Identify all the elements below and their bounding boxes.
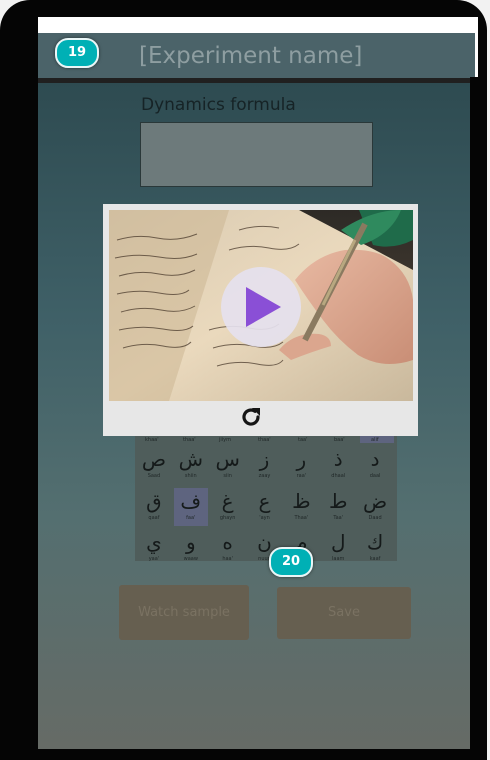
key-yaa[interactable]: ي yaa' <box>137 529 171 567</box>
key-label: thaa' <box>258 437 271 443</box>
video-player[interactable] <box>109 210 413 401</box>
device-frame: [Experiment name] Dynamics formula khaa'… <box>0 0 490 760</box>
key-ghayn[interactable]: غ ghayn <box>211 488 245 526</box>
key-laam[interactable]: ل laam <box>321 529 355 567</box>
key-thaa-emphatic[interactable]: ظ Thaa' <box>284 488 318 526</box>
key-daad[interactable]: ض Daad <box>358 488 392 526</box>
keyboard-row-3: يyaa' وwaaw هhaa' نnuun مmiim لlaam كkaa… <box>137 529 395 569</box>
arabic-keyboard: khaa' thaa' jiiym thaa' taa' baa' alif ص… <box>135 433 397 562</box>
key-taa-emphatic[interactable]: ط Taa' <box>321 488 355 526</box>
key-faa[interactable]: ف faa' <box>173 488 208 526</box>
watch-sample-button[interactable]: Watch sample <box>119 585 249 640</box>
key-label: baa' <box>334 437 345 443</box>
right-edge <box>470 77 478 749</box>
save-button[interactable]: Save <box>277 587 411 639</box>
app-header: [Experiment name] <box>38 33 475 78</box>
key-siin[interactable]: س siin <box>211 446 245 484</box>
replay-bar <box>103 401 418 436</box>
key-label: thaa' <box>183 437 196 443</box>
left-edge <box>10 17 38 749</box>
key-daal[interactable]: د daal <box>358 446 392 484</box>
step-badge-19: 19 <box>55 38 99 68</box>
key-zaay[interactable]: ز zaay <box>248 446 282 484</box>
key-raa[interactable]: ر raa' <box>284 446 318 484</box>
experiment-name-field[interactable]: [Experiment name] <box>139 43 362 69</box>
key-label: khaa' <box>145 437 159 443</box>
keyboard-row-1: ص Saad ش shiin س siin ز zaay ر raa' ذ dhaal دd… <box>137 446 395 486</box>
key-kaaf[interactable]: ك kaaf <box>358 529 392 567</box>
key-shiin[interactable]: ش shiin <box>174 446 208 484</box>
key-qaaf[interactable]: ق qaaf <box>137 488 171 526</box>
keyboard-row-2: ق qaaf ف faa' غ ghayn ع'ayn ظ Thaa' ط Taa' ضD… <box>137 488 395 528</box>
refresh-icon[interactable] <box>239 405 263 429</box>
key-label: taa' <box>298 437 308 443</box>
key-ayn[interactable]: ع'ayn <box>248 488 282 526</box>
video-popup <box>103 204 418 436</box>
key-label: jiiym <box>219 437 231 443</box>
video-thumbnail <box>109 210 413 401</box>
key-waaw[interactable]: و waaw <box>174 529 208 567</box>
step-badge-20: 20 <box>269 547 313 577</box>
key-haa[interactable]: ه haa' <box>211 529 245 567</box>
dynamics-formula-input[interactable] <box>140 122 373 187</box>
dynamics-formula-label: Dynamics formula <box>141 95 296 115</box>
key-dhaal[interactable]: ذ dhaal <box>321 446 355 484</box>
key-label: alif <box>371 437 379 443</box>
key-saad[interactable]: ص Saad <box>137 446 171 484</box>
top-row-labels: khaa' thaa' jiiym thaa' taa' baa' alif <box>135 437 397 445</box>
